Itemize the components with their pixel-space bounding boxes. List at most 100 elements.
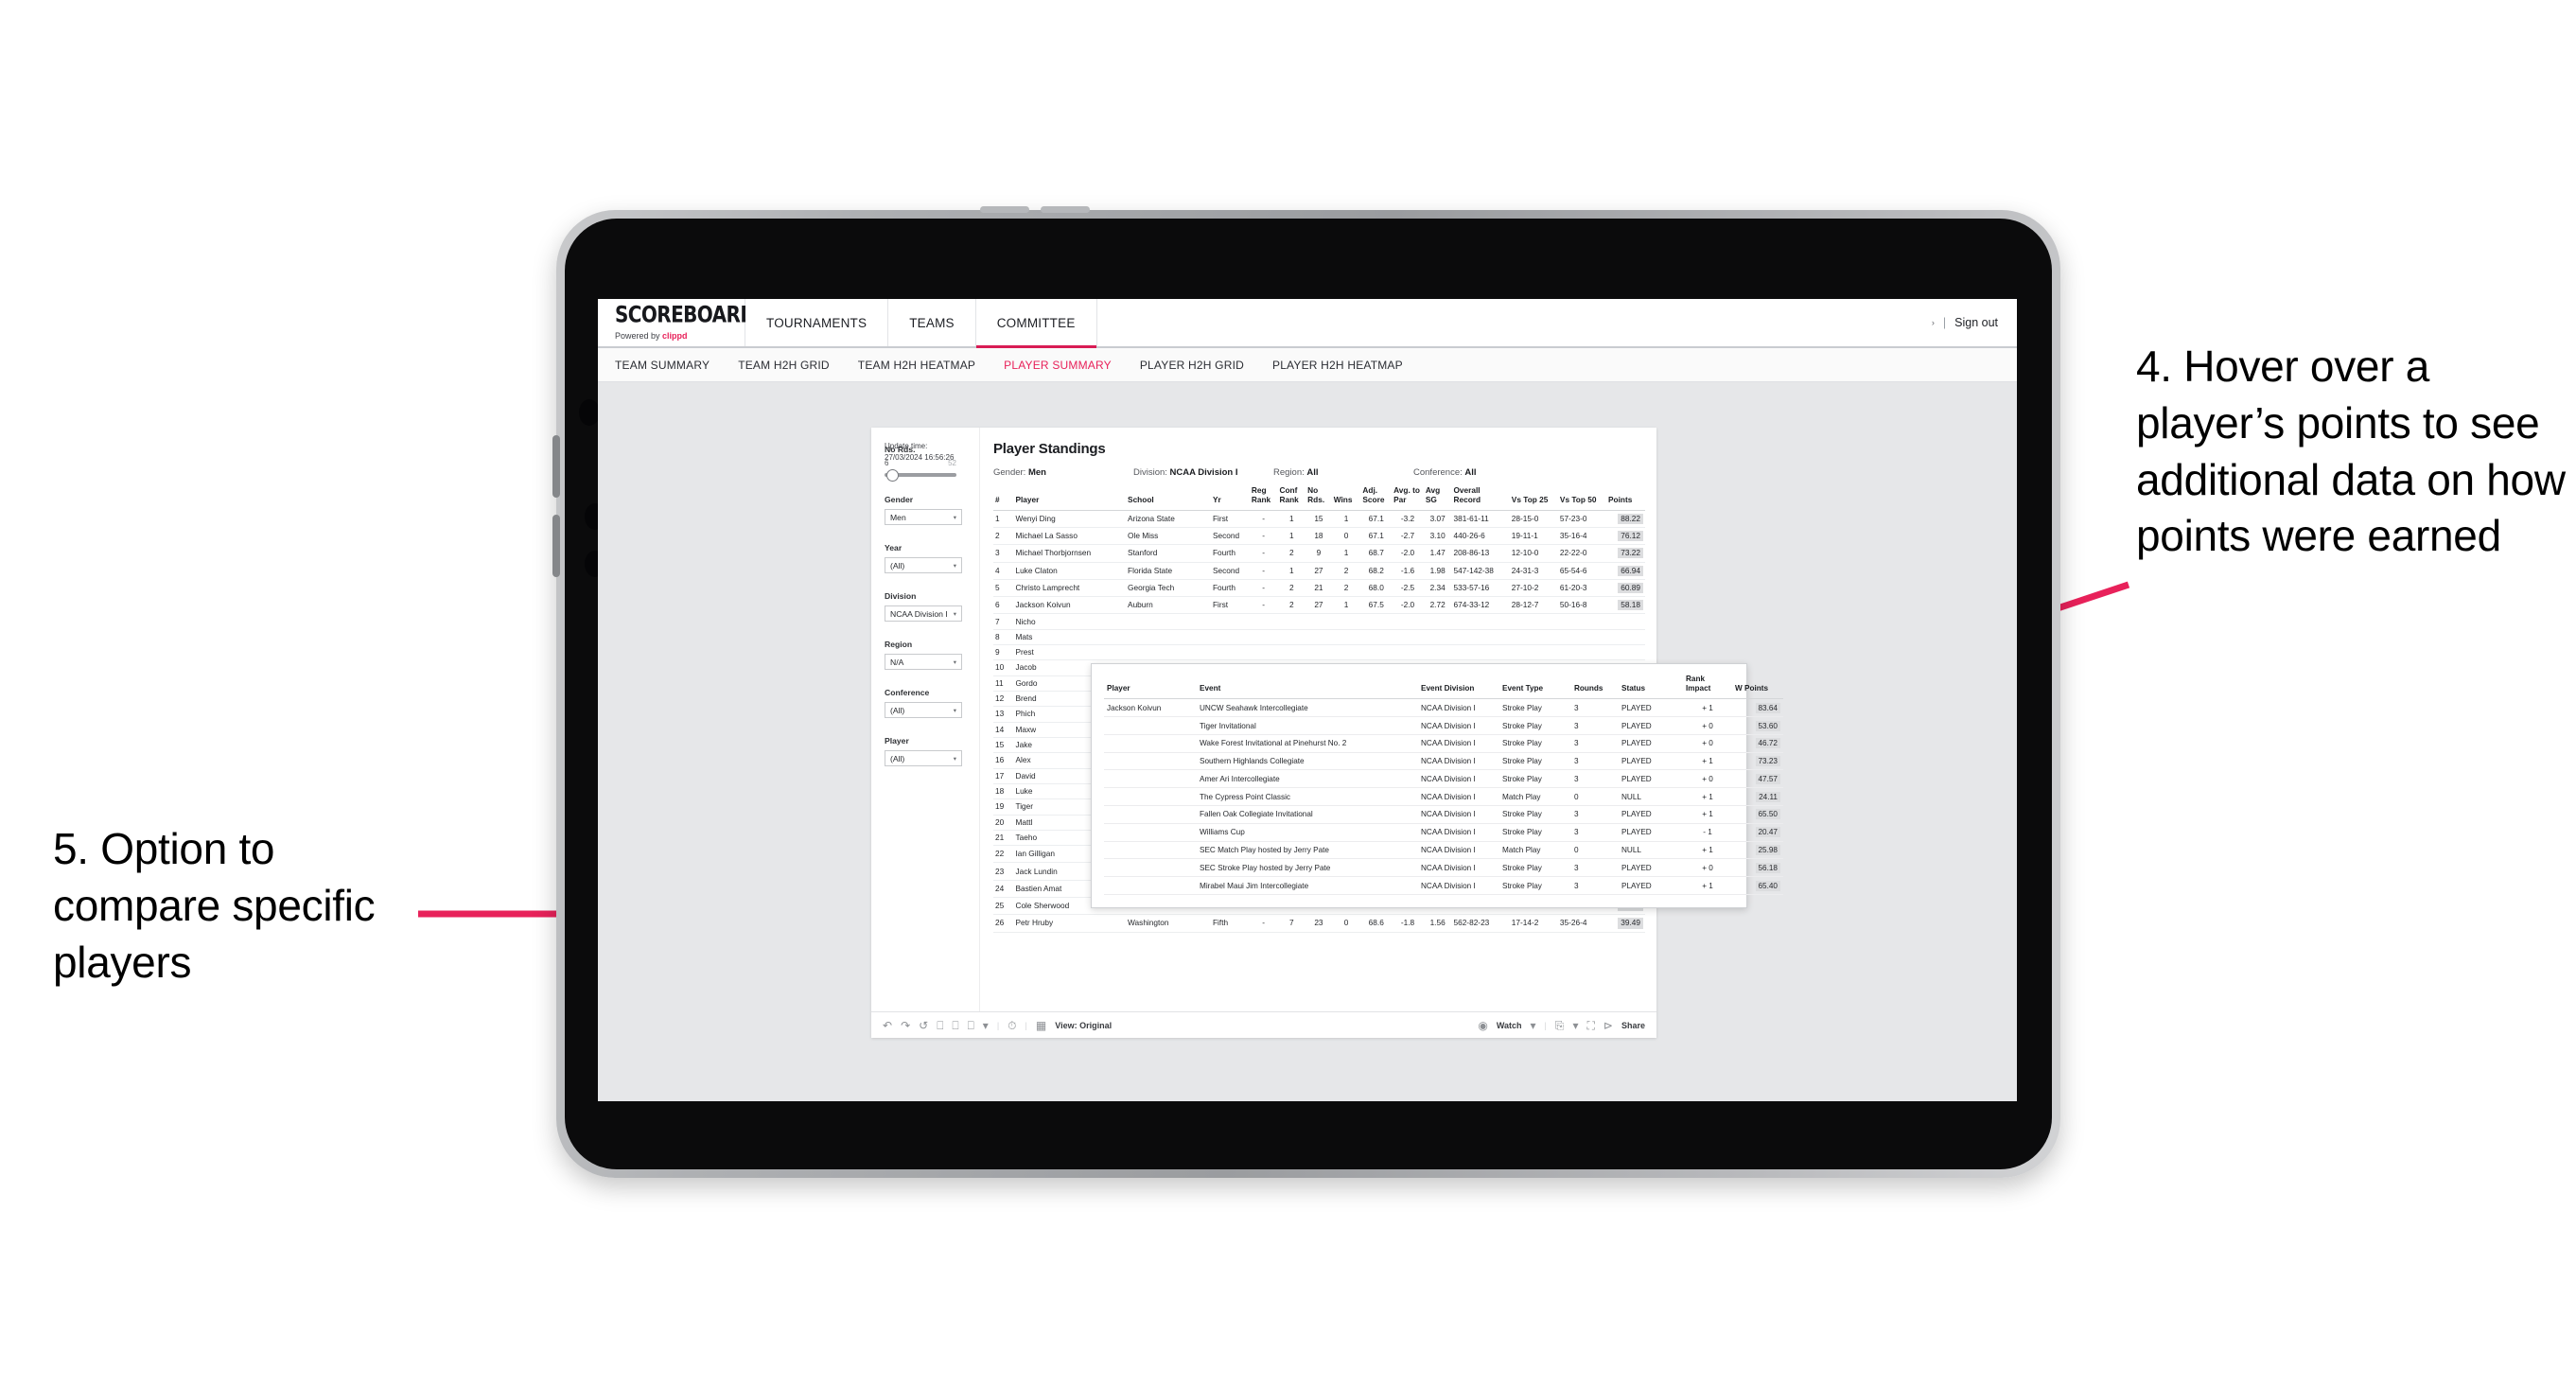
nav-tab-tournaments[interactable]: TOURNAMENTS: [745, 299, 889, 346]
table-cell-t50: 50-16-8: [1557, 596, 1607, 615]
tooltip-cell-pts: 53.60: [1732, 716, 1783, 735]
table-row[interactable]: 5 Christo Lamprecht Georgia Tech Fourth -2 21…: [993, 579, 1645, 598]
top-button[interactable]: [1041, 206, 1090, 213]
points-value[interactable]: 66.94: [1618, 565, 1643, 576]
table-cell-par: [1392, 629, 1424, 646]
table-row[interactable]: 8 Mats: [993, 629, 1645, 646]
nav-tab-committee[interactable]: COMMITTEE: [975, 299, 1097, 348]
col-yr[interactable]: Yr: [1210, 486, 1250, 511]
col-avg-to-par[interactable]: Avg. to Par: [1392, 485, 1424, 511]
tt-col-event-type: Event Type: [1499, 675, 1571, 700]
table-cell-t25: 28-15-0: [1509, 510, 1558, 528]
share-label[interactable]: Share: [1621, 1021, 1645, 1030]
table-row[interactable]: 9 Prest: [993, 644, 1645, 661]
table-row[interactable]: 26 Petr Hruby Washington Fifth -7 23 0 68.6 -1.8…: [993, 914, 1645, 933]
subtab-player-h2h-grid[interactable]: PLAYER H2H GRID: [1140, 359, 1244, 372]
page-title: Player Standings: [993, 441, 1106, 457]
col-adj-score[interactable]: Adj. Score: [1360, 485, 1393, 511]
watch-icon[interactable]: ◉: [1478, 1020, 1487, 1031]
col-avg-sg[interactable]: Avg SG: [1423, 485, 1452, 511]
tooltip-cell-rank: - 1: [1683, 823, 1732, 842]
col-no-rds[interactable]: No Rds.: [1306, 485, 1332, 511]
col-rank[interactable]: #: [993, 486, 1014, 511]
subtab-player-summary[interactable]: PLAYER SUMMARY: [1004, 359, 1112, 372]
watch-label[interactable]: Watch: [1497, 1021, 1522, 1030]
revert-icon[interactable]: ↺: [919, 1020, 928, 1031]
download-icon[interactable]: ⎘: [1555, 1020, 1565, 1031]
nav-tab-teams[interactable]: TEAMS: [888, 299, 976, 346]
signout-area[interactable]: › | Sign out: [1932, 299, 2017, 346]
table-cell-rec: [1451, 629, 1510, 646]
col-points[interactable]: Points: [1606, 486, 1645, 511]
tooltip-row: Wake Forest Invitational at Pinehurst No…: [1104, 734, 1783, 753]
pause-icon[interactable]: ⎕: [952, 1020, 958, 1031]
slider-handle[interactable]: [886, 469, 899, 482]
table-row[interactable]: 3 Michael Thorbjornsen Stanford Fourth -2 9 1 6…: [993, 544, 1645, 563]
subtab-player-h2h-heatmap[interactable]: PLAYER H2H HEATMAP: [1272, 359, 1403, 372]
tooltip-cell-player: [1104, 716, 1197, 735]
table-row[interactable]: 1 Wenyi Ding Arizona State First -1 15 1 67.1 -3…: [993, 510, 1645, 528]
slider-track[interactable]: [885, 469, 956, 482]
filter-gender-select[interactable]: Men ▾: [885, 509, 962, 525]
download-caret-icon[interactable]: ▾: [1572, 1020, 1578, 1031]
tooltip-cell-event: Wake Forest Invitational at Pinehurst No…: [1197, 734, 1418, 753]
fullscreen-icon[interactable]: ⛶: [1587, 1020, 1595, 1031]
volume-down-button[interactable]: [552, 515, 560, 577]
subtab-team-h2h-heatmap[interactable]: TEAM H2H HEATMAP: [858, 359, 975, 372]
tooltip-row: SEC Match Play hosted by Jerry Pate NCAA …: [1104, 841, 1783, 860]
undo-icon[interactable]: ↶: [883, 1020, 892, 1031]
col-player[interactable]: Player: [1013, 486, 1127, 511]
tooltip-cell-event: Amer Ari Intercollegiate: [1197, 769, 1418, 789]
redo-icon[interactable]: ↷: [901, 1020, 910, 1031]
toolbar-dropdown-caret-icon[interactable]: ▾: [983, 1020, 989, 1031]
sub-nav: TEAM SUMMARY TEAM H2H GRID TEAM H2H HEAT…: [598, 348, 2017, 382]
power-button[interactable]: [980, 206, 1029, 213]
filter-division-select[interactable]: NCAA Division I ▾: [885, 605, 962, 622]
table-cell-conf: [1277, 613, 1306, 630]
volume-up-button[interactable]: [552, 435, 560, 498]
refresh-icon[interactable]: ⎕: [937, 1020, 943, 1031]
col-vs-top-50[interactable]: Vs Top 50: [1557, 486, 1607, 511]
table-cell-t50: [1557, 644, 1607, 661]
filter-region-select[interactable]: N/A ▾: [885, 654, 962, 670]
share-icon[interactable]: ⊳: [1603, 1020, 1613, 1031]
tooltip-cell-div: NCAA Division I: [1418, 858, 1499, 878]
signout-link[interactable]: Sign out: [1954, 316, 1998, 329]
view-original-label[interactable]: View: Original: [1055, 1021, 1112, 1030]
col-wins[interactable]: Wins: [1331, 486, 1361, 511]
table-row[interactable]: 4 Luke Claton Florida State Second -1 27 2 68.2…: [993, 562, 1645, 580]
view-icon[interactable]: ▦: [1036, 1020, 1046, 1031]
watch-caret-icon[interactable]: ▾: [1531, 1020, 1536, 1031]
filter-conference-select[interactable]: (All) ▾: [885, 702, 962, 718]
tooltip-cell-div: NCAA Division I: [1418, 734, 1499, 753]
table-cell-wins: 2: [1331, 562, 1361, 580]
col-vs-top-25[interactable]: Vs Top 25: [1509, 486, 1558, 511]
points-value[interactable]: 76.12: [1618, 530, 1643, 542]
export-icon[interactable]: ⎕: [968, 1020, 974, 1031]
table-cell-conf: 7: [1277, 914, 1306, 933]
tooltip-w-points-value: 83.64: [1755, 702, 1780, 713]
brand-logo[interactable]: SCOREBOARD Powered by clippd: [598, 299, 756, 346]
chevron-down-icon: ▾: [953, 514, 956, 521]
points-value[interactable]: 60.89: [1618, 582, 1643, 594]
col-school[interactable]: School: [1126, 486, 1211, 511]
col-reg-rank[interactable]: Reg Rank: [1249, 485, 1278, 511]
table-row[interactable]: 6 Jackson Koivun Auburn First -2 27 1 67.5 -2.0 2…: [993, 596, 1645, 615]
table-row[interactable]: 7 Nicho: [993, 613, 1645, 630]
subtab-team-h2h-grid[interactable]: TEAM H2H GRID: [738, 359, 830, 372]
clock-icon[interactable]: ⏱: [1008, 1020, 1016, 1031]
points-value[interactable]: 39.49: [1618, 918, 1643, 929]
col-overall-record[interactable]: Overall Record: [1451, 485, 1510, 511]
table-cell-conf: 1: [1277, 527, 1306, 546]
points-breakdown-tooltip: Player Event Event Division Event Type R…: [1091, 663, 1783, 908]
table-row[interactable]: 2 Michael La Sasso Ole Miss Second -1 18 0 67.1…: [993, 527, 1645, 546]
col-conf-rank[interactable]: Conf Rank: [1277, 485, 1306, 511]
tooltip-cell-rank: + 0: [1683, 734, 1732, 753]
points-value[interactable]: 88.22: [1618, 513, 1643, 524]
subtab-team-summary[interactable]: TEAM SUMMARY: [615, 359, 710, 372]
table-cell-name: Jackson Koivun: [1013, 596, 1127, 615]
filter-player-select[interactable]: (All) ▾: [885, 750, 962, 766]
filter-year-select[interactable]: (All) ▾: [885, 557, 962, 573]
points-value[interactable]: 73.22: [1618, 548, 1643, 559]
points-value[interactable]: 58.18: [1618, 600, 1643, 611]
